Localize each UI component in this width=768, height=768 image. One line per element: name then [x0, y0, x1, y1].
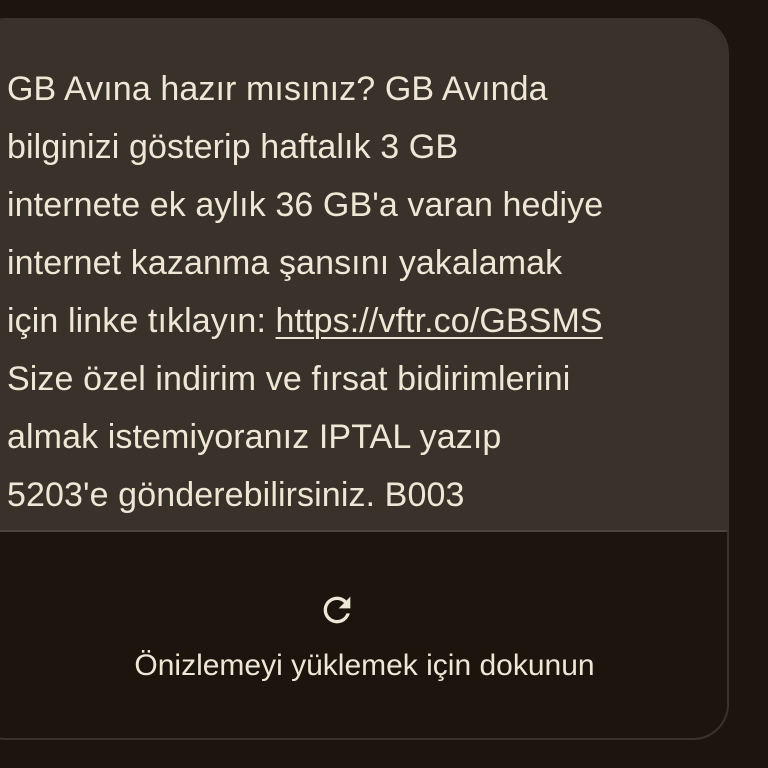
message-link[interactable]: https://vftr.co/GBSMS	[276, 302, 603, 340]
refresh-icon[interactable]	[317, 590, 357, 630]
message-text: GB Avına hazır mısınız? GB Avında bilgin…	[7, 60, 707, 524]
sms-screen: GB Avına hazır mısınız? GB Avında bilgin…	[0, 0, 768, 768]
message-text-end: Size özel indirim ve fırsat bidirimlerin…	[7, 360, 571, 514]
message-text-start: GB Avına hazır mısınız? GB Avında bilgin…	[7, 70, 604, 340]
message-body: GB Avına hazır mısınız? GB Avında bilgin…	[0, 20, 727, 532]
preview-load-label[interactable]: Önizlemeyi yüklemek için dokunun	[0, 646, 727, 686]
link-preview-placeholder[interactable]: Önizlemeyi yüklemek için dokunun	[0, 532, 727, 738]
message-bubble[interactable]: GB Avına hazır mısınız? GB Avında bilgin…	[0, 18, 729, 740]
